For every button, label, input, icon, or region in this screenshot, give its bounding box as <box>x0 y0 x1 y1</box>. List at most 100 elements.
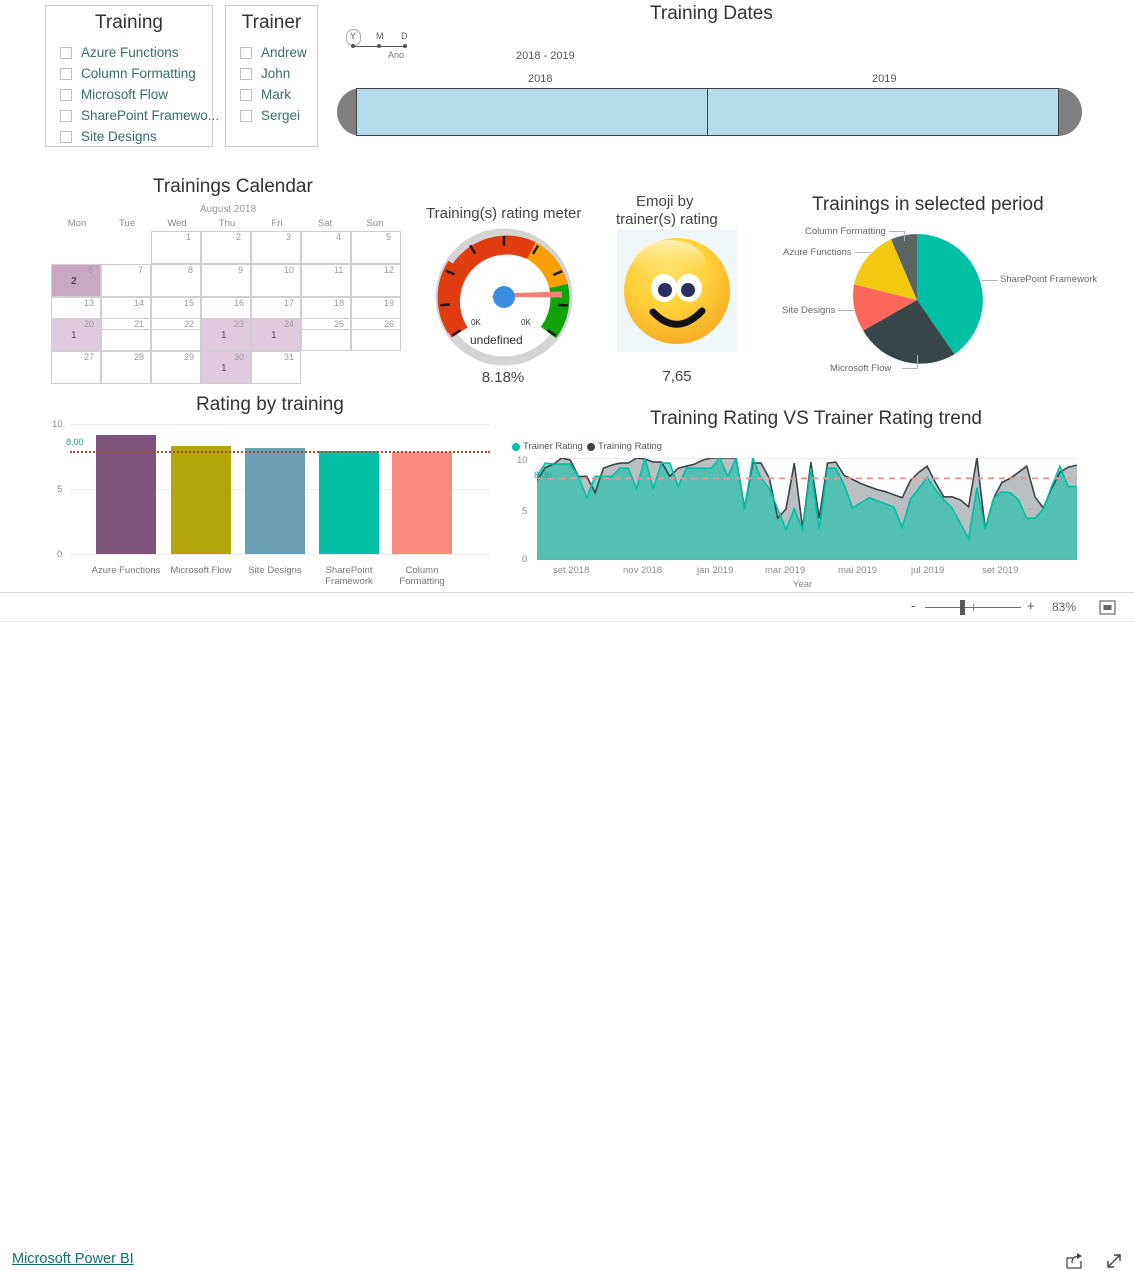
fullscreen-icon[interactable] <box>1104 1251 1124 1271</box>
zoom-level-label: 83% <box>1052 600 1076 614</box>
granularity-option-y[interactable]: Y <box>350 31 356 41</box>
gauge-min-label: 0K <box>471 318 481 327</box>
checkbox-icon[interactable] <box>60 110 72 122</box>
share-icon[interactable] <box>1065 1252 1084 1270</box>
pie-chart[interactable] <box>851 234 983 366</box>
checkbox-icon[interactable] <box>60 68 72 80</box>
granularity-option-d[interactable]: D <box>401 31 408 41</box>
calendar-cell[interactable] <box>151 231 201 264</box>
bar-ytick-10: 10 <box>52 419 63 430</box>
slicer-trainer-list: Andrew John Mark Sergei <box>226 34 317 132</box>
slicer-item-mark[interactable]: Mark <box>240 84 317 105</box>
calendar-cell[interactable] <box>251 231 301 264</box>
bar-sharepoint-framework[interactable] <box>319 451 379 554</box>
report-canvas: Training Azure Functions Column Formatti… <box>0 0 1134 592</box>
slicer-item-sharepoint-framework[interactable]: SharePoint Framewo... <box>60 105 212 126</box>
calendar-day-number: 18 <box>334 298 344 308</box>
slicer-item-site-designs[interactable]: Site Designs <box>60 126 212 147</box>
trend-xtick: jul 2019 <box>911 565 944 576</box>
calendar-day-count: 1 <box>71 330 77 341</box>
slicer-item-label: Mark <box>261 87 291 102</box>
calendar-day-number: 29 <box>184 352 194 362</box>
checkbox-icon[interactable] <box>60 89 72 101</box>
calendar-day-number: 27 <box>84 352 94 362</box>
timeline-cell-2019[interactable] <box>707 88 1059 136</box>
calendar-cell[interactable] <box>101 264 151 297</box>
bar-reference-line <box>70 451 490 453</box>
granularity-dot-y[interactable] <box>351 44 355 48</box>
bar-site-designs[interactable] <box>245 448 305 554</box>
legend-label: Training Rating <box>598 441 662 452</box>
pie-leader-line <box>982 280 998 281</box>
zoom-out-button[interactable]: - <box>911 598 915 613</box>
calendar-dow-thu: Thu <box>202 218 252 229</box>
checkbox-icon[interactable] <box>240 110 252 122</box>
bar-column-formatting[interactable] <box>392 452 452 554</box>
slicer-item-microsoft-flow[interactable]: Microsoft Flow <box>60 84 212 105</box>
checkbox-icon[interactable] <box>240 68 252 80</box>
timeline-period-2018: 2018 <box>528 73 552 85</box>
gauge-title: Training(s) rating meter <box>426 205 581 222</box>
granularity-option-m[interactable]: M <box>376 31 384 41</box>
calendar-dow-tue: Tue <box>102 218 152 229</box>
timeline-title: Training Dates <box>650 3 773 25</box>
checkbox-icon[interactable] <box>60 47 72 59</box>
slicer-item-andrew[interactable]: Andrew <box>240 42 317 63</box>
bar-category-label: Site Designs <box>235 565 315 576</box>
calendar-day-number: 28 <box>134 352 144 362</box>
calendar-day-number: 13 <box>84 298 94 308</box>
slicer-item-sergei[interactable]: Sergei <box>240 105 317 126</box>
trend-chart[interactable] <box>537 458 1077 560</box>
bar-gridline <box>70 424 490 425</box>
calendar-day-number: 8 <box>188 265 193 275</box>
calendar-dow-wed: Wed <box>152 218 202 229</box>
calendar-cell[interactable] <box>151 264 201 297</box>
granularity-label: Ano <box>388 50 404 60</box>
calendar-day-number: 19 <box>384 298 394 308</box>
slicer-item-label: Site Designs <box>81 129 157 144</box>
zoom-in-button[interactable]: + <box>1027 598 1035 613</box>
legend-training-rating[interactable]: Training Rating <box>587 441 662 452</box>
bar-category-label: Microsoft Flow <box>161 565 241 576</box>
legend-trainer-rating[interactable]: Trainer Rating <box>512 441 583 452</box>
calendar-day-count: 2 <box>71 276 77 287</box>
slicer-item-azure-functions[interactable]: Azure Functions <box>60 42 212 63</box>
trend-xaxis-label: Year <box>793 579 812 590</box>
calendar-day-number: 10 <box>284 265 294 275</box>
bar-microsoft-flow[interactable] <box>171 446 231 554</box>
power-bi-brand-link[interactable]: Microsoft Power BI <box>12 1251 134 1267</box>
zoom-slider-thumb[interactable] <box>960 600 965 615</box>
slicer-item-label: SharePoint Framewo... <box>81 108 219 123</box>
slicer-item-column-formatting[interactable]: Column Formatting <box>60 63 212 84</box>
granularity-dot-m[interactable] <box>377 44 381 48</box>
fit-to-page-icon[interactable] <box>1099 600 1116 615</box>
pie-leader-line <box>855 252 871 253</box>
calendar-day-number: 30 <box>234 352 244 362</box>
legend-marker-icon <box>587 443 595 451</box>
calendar-cell[interactable] <box>351 231 401 264</box>
checkbox-icon[interactable] <box>60 131 72 143</box>
calendar-day-number: 22 <box>184 319 194 329</box>
calendar-day-number: 4 <box>336 232 341 242</box>
slicer-item-label: Column Formatting <box>81 66 196 81</box>
checkbox-icon[interactable] <box>240 89 252 101</box>
calendar-cell[interactable] <box>301 231 351 264</box>
pie-label-site-designs: Site Designs <box>782 305 835 316</box>
granularity-dot-d[interactable] <box>403 44 407 48</box>
checkbox-icon[interactable] <box>240 47 252 59</box>
calendar-cell[interactable] <box>301 264 351 297</box>
calendar-day-number: 17 <box>284 298 294 308</box>
slicer-training[interactable]: Training Azure Functions Column Formatti… <box>45 5 213 147</box>
calendar-day-number: 6 <box>88 265 93 275</box>
calendar-cell[interactable] <box>201 231 251 264</box>
bar-chart-title: Rating by training <box>196 394 344 416</box>
slicer-trainer[interactable]: Trainer Andrew John Mark Sergei <box>225 5 318 147</box>
calendar-cell[interactable] <box>201 264 251 297</box>
slicer-item-john[interactable]: John <box>240 63 317 84</box>
trend-ytick-5: 5 <box>522 506 527 517</box>
timeline-cell-2018[interactable] <box>356 88 708 136</box>
trend-xtick: set 2019 <box>982 565 1018 576</box>
bar-category-label: SharePointFramework <box>309 565 389 587</box>
trend-ytick-10: 10 <box>517 455 528 466</box>
emoji-value: 7,65 <box>617 368 737 385</box>
